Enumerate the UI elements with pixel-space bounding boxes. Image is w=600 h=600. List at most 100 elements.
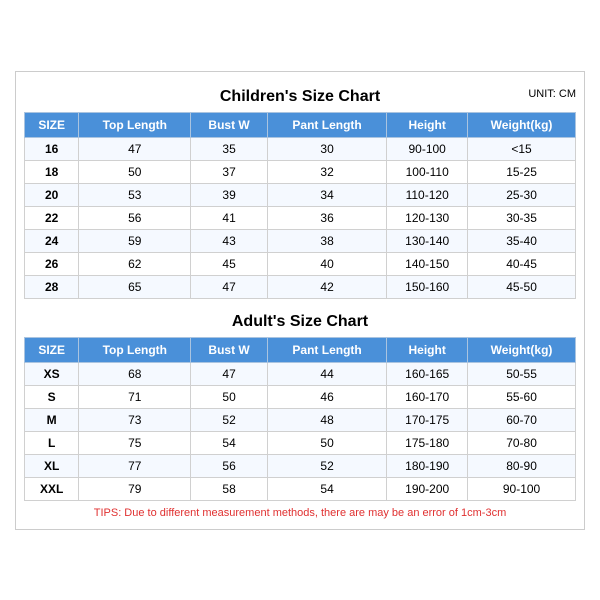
table-row: XL775652180-19080-90 xyxy=(25,454,576,477)
table-cell: 59 xyxy=(79,229,191,252)
table-cell: 48 xyxy=(267,408,386,431)
col-header-height: Height xyxy=(387,112,468,137)
children-section-title: Children's Size Chart UNIT: CM xyxy=(24,82,576,108)
table-cell: 190-200 xyxy=(387,477,468,500)
table-cell: 180-190 xyxy=(387,454,468,477)
table-cell: 65 xyxy=(79,275,191,298)
table-cell: 90-100 xyxy=(468,477,576,500)
table-cell: 37 xyxy=(191,160,268,183)
col-header-bust-w: Bust W xyxy=(191,112,268,137)
table-cell: 55-60 xyxy=(468,385,576,408)
table-row: 20533934110-12025-30 xyxy=(25,183,576,206)
table-cell: 50 xyxy=(191,385,268,408)
table-cell: 70-80 xyxy=(468,431,576,454)
col-header-top-length: Top Length xyxy=(79,112,191,137)
table-cell: 47 xyxy=(79,137,191,160)
adult-title-text: Adult's Size Chart xyxy=(232,313,368,330)
table-cell: 46 xyxy=(267,385,386,408)
adult-size-table: SIZE Top Length Bust W Pant Length Heigh… xyxy=(24,337,576,501)
table-cell: 39 xyxy=(191,183,268,206)
table-cell: 42 xyxy=(267,275,386,298)
children-header-row: SIZE Top Length Bust W Pant Length Heigh… xyxy=(25,112,576,137)
table-cell: 130-140 xyxy=(387,229,468,252)
table-cell: XL xyxy=(25,454,79,477)
table-cell: M xyxy=(25,408,79,431)
table-cell: 45-50 xyxy=(468,275,576,298)
table-cell: L xyxy=(25,431,79,454)
table-cell: 71 xyxy=(79,385,191,408)
col-header-height-a: Height xyxy=(387,337,468,362)
table-cell: 56 xyxy=(79,206,191,229)
table-row: M735248170-17560-70 xyxy=(25,408,576,431)
table-cell: 47 xyxy=(191,275,268,298)
table-cell: 47 xyxy=(191,362,268,385)
col-header-size: SIZE xyxy=(25,112,79,137)
table-cell: 90-100 xyxy=(387,137,468,160)
adult-header-row: SIZE Top Length Bust W Pant Length Heigh… xyxy=(25,337,576,362)
table-cell: 35-40 xyxy=(468,229,576,252)
unit-label: UNIT: CM xyxy=(528,88,576,100)
table-cell: 43 xyxy=(191,229,268,252)
table-cell: 30 xyxy=(267,137,386,160)
table-cell: 24 xyxy=(25,229,79,252)
table-cell: 35 xyxy=(191,137,268,160)
table-row: L755450175-18070-80 xyxy=(25,431,576,454)
col-header-size-a: SIZE xyxy=(25,337,79,362)
col-header-weight: Weight(kg) xyxy=(468,112,576,137)
table-cell: 38 xyxy=(267,229,386,252)
table-cell: 56 xyxy=(191,454,268,477)
col-header-top-length-a: Top Length xyxy=(79,337,191,362)
table-cell: 20 xyxy=(25,183,79,206)
table-cell: 45 xyxy=(191,252,268,275)
col-header-weight-a: Weight(kg) xyxy=(468,337,576,362)
table-cell: 75 xyxy=(79,431,191,454)
table-row: XXL795854190-20090-100 xyxy=(25,477,576,500)
table-cell: 80-90 xyxy=(468,454,576,477)
table-cell: 50 xyxy=(267,431,386,454)
table-cell: 44 xyxy=(267,362,386,385)
table-row: S715046160-17055-60 xyxy=(25,385,576,408)
table-cell: 36 xyxy=(267,206,386,229)
adult-section-title: Adult's Size Chart xyxy=(24,307,576,333)
table-cell: 41 xyxy=(191,206,268,229)
table-row: 24594338130-14035-40 xyxy=(25,229,576,252)
table-cell: 50 xyxy=(79,160,191,183)
table-cell: 73 xyxy=(79,408,191,431)
table-cell: S xyxy=(25,385,79,408)
table-cell: 16 xyxy=(25,137,79,160)
table-cell: 30-35 xyxy=(468,206,576,229)
tips-text: TIPS: Due to different measurement metho… xyxy=(24,507,576,519)
table-cell: 58 xyxy=(191,477,268,500)
table-cell: 62 xyxy=(79,252,191,275)
table-row: 28654742150-16045-50 xyxy=(25,275,576,298)
table-cell: 79 xyxy=(79,477,191,500)
table-cell: 160-165 xyxy=(387,362,468,385)
table-cell: 160-170 xyxy=(387,385,468,408)
table-cell: 140-150 xyxy=(387,252,468,275)
table-cell: 53 xyxy=(79,183,191,206)
table-row: 18503732100-11015-25 xyxy=(25,160,576,183)
table-row: 22564136120-13030-35 xyxy=(25,206,576,229)
table-cell: 22 xyxy=(25,206,79,229)
table-cell: 26 xyxy=(25,252,79,275)
table-cell: 34 xyxy=(267,183,386,206)
table-cell: 32 xyxy=(267,160,386,183)
table-cell: 60-70 xyxy=(468,408,576,431)
table-cell: 54 xyxy=(191,431,268,454)
table-cell: <15 xyxy=(468,137,576,160)
table-cell: 170-175 xyxy=(387,408,468,431)
col-header-pant-length-a: Pant Length xyxy=(267,337,386,362)
chart-container: Children's Size Chart UNIT: CM SIZE Top … xyxy=(15,71,585,530)
table-cell: 50-55 xyxy=(468,362,576,385)
children-title-text: Children's Size Chart xyxy=(220,88,380,105)
table-row: 26624540140-15040-45 xyxy=(25,252,576,275)
table-cell: 110-120 xyxy=(387,183,468,206)
table-cell: 18 xyxy=(25,160,79,183)
table-cell: 54 xyxy=(267,477,386,500)
table-cell: 52 xyxy=(191,408,268,431)
table-cell: 28 xyxy=(25,275,79,298)
table-cell: 150-160 xyxy=(387,275,468,298)
table-cell: 15-25 xyxy=(468,160,576,183)
table-row: XS684744160-16550-55 xyxy=(25,362,576,385)
table-cell: XS xyxy=(25,362,79,385)
